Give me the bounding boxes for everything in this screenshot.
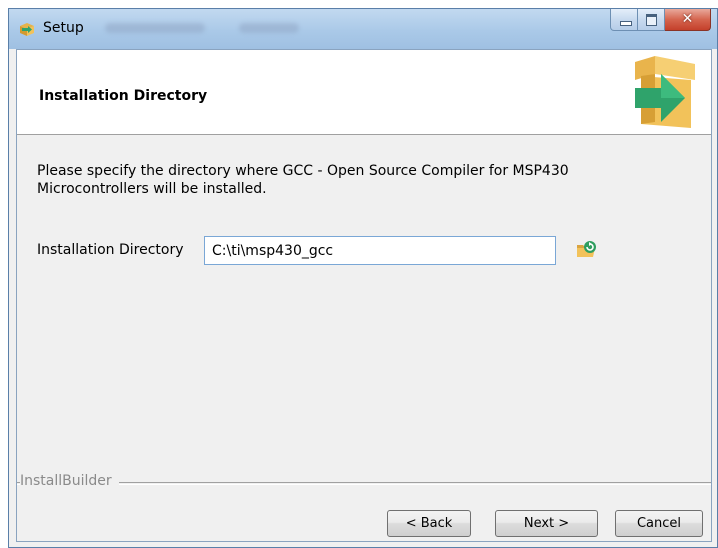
installation-directory-label: Installation Directory (37, 242, 184, 258)
title-bar[interactable]: Setup ✕ (9, 9, 717, 49)
wizard-client-area: Installation Directory Please specify th… (16, 49, 712, 542)
setup-box-icon (20, 23, 34, 36)
page-title: Installation Directory (39, 88, 208, 104)
setup-window: Setup ✕ Installation Directory Please sp… (8, 8, 718, 548)
minimize-button[interactable] (610, 9, 638, 31)
maximize-button[interactable] (638, 9, 665, 31)
caption-buttons: ✕ (610, 9, 711, 31)
blurred-title-text (105, 23, 205, 33)
blurred-title-text (239, 23, 299, 33)
box-arrow-icon (635, 56, 695, 128)
installbuilder-brand: InstallBuilder (20, 473, 119, 489)
next-button[interactable]: Next > (495, 510, 598, 537)
close-icon: ✕ (681, 11, 694, 27)
back-button[interactable]: < Back (387, 510, 471, 537)
installation-directory-input[interactable] (204, 236, 556, 265)
window-title: Setup (43, 20, 84, 36)
close-button[interactable]: ✕ (665, 9, 711, 31)
cancel-button[interactable]: Cancel (615, 510, 703, 537)
footer-divider (17, 482, 711, 485)
description-text: Please specify the directory where GCC -… (37, 163, 569, 197)
wizard-header: Installation Directory (17, 50, 711, 135)
folder-browse-icon[interactable] (575, 239, 597, 261)
